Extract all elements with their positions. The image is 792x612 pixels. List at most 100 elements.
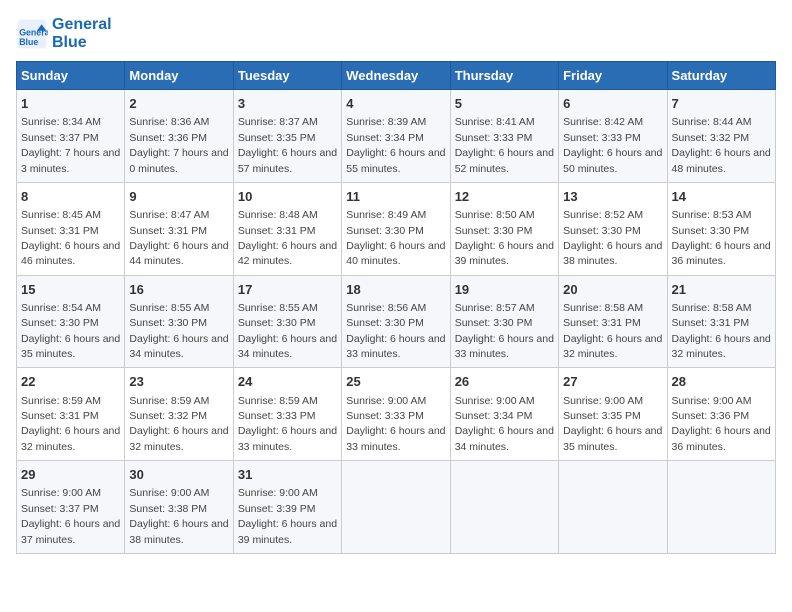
day-cell-28: 28Sunrise: 9:00 AMSunset: 3:36 PMDayligh… [667, 368, 775, 461]
empty-cell [667, 461, 775, 554]
day-cell-4: 4Sunrise: 8:39 AMSunset: 3:34 PMDaylight… [342, 90, 450, 183]
week-row-5: 29Sunrise: 9:00 AMSunset: 3:37 PMDayligh… [17, 461, 776, 554]
sunrise-info: Sunrise: 8:58 AM [672, 302, 752, 314]
sunrise-info: Sunrise: 8:54 AM [21, 302, 101, 314]
daylight-info: Daylight: 6 hours and 44 minutes. [129, 240, 228, 267]
sunset-info: Sunset: 3:35 PM [563, 410, 641, 422]
header-monday: Monday [125, 62, 233, 90]
week-row-1: 1Sunrise: 8:34 AMSunset: 3:37 PMDaylight… [17, 90, 776, 183]
daylight-info: Daylight: 6 hours and 48 minutes. [672, 147, 771, 174]
daylight-info: Daylight: 6 hours and 32 minutes. [672, 333, 771, 360]
day-cell-15: 15Sunrise: 8:54 AMSunset: 3:30 PMDayligh… [17, 275, 125, 368]
day-cell-6: 6Sunrise: 8:42 AMSunset: 3:33 PMDaylight… [559, 90, 667, 183]
day-cell-24: 24Sunrise: 8:59 AMSunset: 3:33 PMDayligh… [233, 368, 341, 461]
daylight-info: Daylight: 6 hours and 33 minutes. [455, 333, 554, 360]
sunrise-info: Sunrise: 8:45 AM [21, 209, 101, 221]
sunrise-info: Sunrise: 8:36 AM [129, 116, 209, 128]
day-cell-2: 2Sunrise: 8:36 AMSunset: 3:36 PMDaylight… [125, 90, 233, 183]
day-cell-9: 9 Sunrise: 8:47 AM Sunset: 3:31 PM Daylight… [125, 182, 233, 275]
sunset-info: Sunset: 3:31 PM [672, 317, 750, 329]
day-number: 2 [129, 95, 228, 113]
sunrise-info: Sunrise: 8:59 AM [238, 395, 318, 407]
sunrise-info: Sunrise: 8:59 AM [21, 395, 101, 407]
empty-cell [450, 461, 558, 554]
day-cell-23: 23Sunrise: 8:59 AMSunset: 3:32 PMDayligh… [125, 368, 233, 461]
day-number: 7 [672, 95, 771, 113]
day-number: 25 [346, 373, 445, 391]
sunrise-info: Sunrise: 8:53 AM [672, 209, 752, 221]
day-cell-14: 14 Sunrise: 8:53 AM Sunset: 3:30 PM Dayligh… [667, 182, 775, 275]
day-number: 9 [129, 188, 228, 206]
sunset-info: Sunset: 3:36 PM [129, 132, 207, 144]
sunset-info: Sunset: 3:37 PM [21, 503, 99, 515]
sunset-info: Sunset: 3:30 PM [672, 225, 750, 237]
day-cell-19: 19Sunrise: 8:57 AMSunset: 3:30 PMDayligh… [450, 275, 558, 368]
sunset-info: Sunset: 3:36 PM [672, 410, 750, 422]
logo-text-blue: Blue [52, 34, 112, 52]
sunrise-info: Sunrise: 8:47 AM [129, 209, 209, 221]
sunrise-info: Sunrise: 9:00 AM [672, 395, 752, 407]
daylight-info: Daylight: 6 hours and 40 minutes. [346, 240, 445, 267]
day-number: 17 [238, 281, 337, 299]
day-cell-5: 5Sunrise: 8:41 AMSunset: 3:33 PMDaylight… [450, 90, 558, 183]
daylight-info: Daylight: 6 hours and 34 minutes. [129, 333, 228, 360]
sunrise-info: Sunrise: 8:48 AM [238, 209, 318, 221]
daylight-info: Daylight: 6 hours and 39 minutes. [238, 518, 337, 545]
sunset-info: Sunset: 3:31 PM [21, 225, 99, 237]
day-number: 12 [455, 188, 554, 206]
daylight-info: Daylight: 6 hours and 34 minutes. [238, 333, 337, 360]
sunrise-info: Sunrise: 8:49 AM [346, 209, 426, 221]
day-number: 10 [238, 188, 337, 206]
daylight-info: Daylight: 6 hours and 34 minutes. [455, 425, 554, 452]
logo-text-general: General [52, 16, 112, 34]
day-number: 22 [21, 373, 120, 391]
day-number: 13 [563, 188, 662, 206]
day-cell-25: 25Sunrise: 9:00 AMSunset: 3:33 PMDayligh… [342, 368, 450, 461]
sunset-info: Sunset: 3:31 PM [21, 410, 99, 422]
day-cell-29: 29Sunrise: 9:00 AMSunset: 3:37 PMDayligh… [17, 461, 125, 554]
sunrise-info: Sunrise: 8:50 AM [455, 209, 535, 221]
day-number: 18 [346, 281, 445, 299]
sunset-info: Sunset: 3:33 PM [346, 410, 424, 422]
day-number: 27 [563, 373, 662, 391]
sunset-info: Sunset: 3:37 PM [21, 132, 99, 144]
logo: General Blue General Blue [16, 16, 112, 51]
calendar-table: SundayMondayTuesdayWednesdayThursdayFrid… [16, 61, 776, 554]
header-saturday: Saturday [667, 62, 775, 90]
day-cell-12: 12Sunrise: 8:50 AMSunset: 3:30 PMDayligh… [450, 182, 558, 275]
day-number: 20 [563, 281, 662, 299]
calendar-header: SundayMondayTuesdayWednesdayThursdayFrid… [17, 62, 776, 90]
daylight-info: Daylight: 6 hours and 57 minutes. [238, 147, 337, 174]
sunrise-info: Sunrise: 8:52 AM [563, 209, 643, 221]
daylight-info: Daylight: 6 hours and 37 minutes. [21, 518, 120, 545]
daylight-info: Daylight: 6 hours and 46 minutes. [21, 240, 120, 267]
day-number: 16 [129, 281, 228, 299]
day-number: 14 [672, 188, 771, 206]
daylight-info: Daylight: 6 hours and 32 minutes. [129, 425, 228, 452]
sunrise-info: Sunrise: 8:34 AM [21, 116, 101, 128]
sunset-info: Sunset: 3:33 PM [238, 410, 316, 422]
sunset-info: Sunset: 3:33 PM [563, 132, 641, 144]
daylight-info: Daylight: 6 hours and 32 minutes. [563, 333, 662, 360]
calendar-body: 1Sunrise: 8:34 AMSunset: 3:37 PMDaylight… [17, 90, 776, 554]
sunrise-info: Sunrise: 9:00 AM [455, 395, 535, 407]
header-wednesday: Wednesday [342, 62, 450, 90]
day-cell-20: 20Sunrise: 8:58 AMSunset: 3:31 PMDayligh… [559, 275, 667, 368]
sunrise-info: Sunrise: 9:00 AM [346, 395, 426, 407]
day-cell-18: 18Sunrise: 8:56 AMSunset: 3:30 PMDayligh… [342, 275, 450, 368]
sunrise-info: Sunrise: 8:44 AM [672, 116, 752, 128]
sunrise-info: Sunrise: 8:41 AM [455, 116, 535, 128]
day-number: 5 [455, 95, 554, 113]
daylight-info: Daylight: 7 hours and 3 minutes. [21, 147, 120, 174]
sunset-info: Sunset: 3:34 PM [455, 410, 533, 422]
day-number: 4 [346, 95, 445, 113]
sunset-info: Sunset: 3:31 PM [129, 225, 207, 237]
day-cell-27: 27Sunrise: 9:00 AMSunset: 3:35 PMDayligh… [559, 368, 667, 461]
sunset-info: Sunset: 3:34 PM [346, 132, 424, 144]
sunset-info: Sunset: 3:30 PM [21, 317, 99, 329]
day-cell-13: 13Sunrise: 8:52 AMSunset: 3:30 PMDayligh… [559, 182, 667, 275]
daylight-info: Daylight: 6 hours and 36 minutes. [672, 240, 771, 267]
day-number: 6 [563, 95, 662, 113]
sunrise-info: Sunrise: 8:58 AM [563, 302, 643, 314]
sunset-info: Sunset: 3:30 PM [346, 317, 424, 329]
